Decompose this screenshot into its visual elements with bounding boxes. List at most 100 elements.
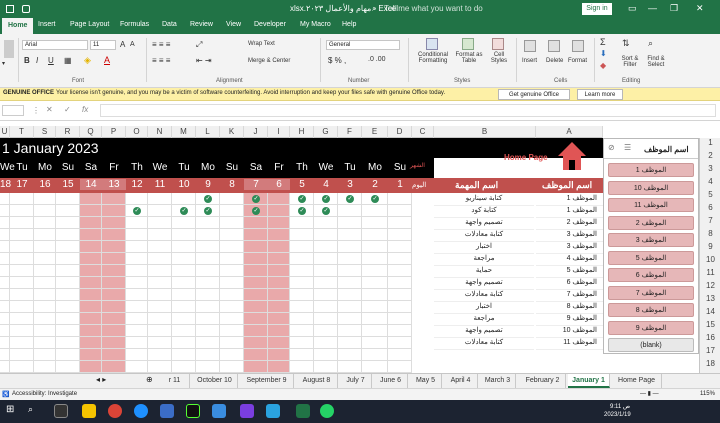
grid-cell[interactable]	[172, 349, 196, 361]
grid-cell[interactable]	[0, 301, 10, 313]
grid-cell[interactable]	[172, 217, 196, 229]
column-header[interactable]: B	[434, 126, 536, 138]
align-top-icon[interactable]: ≡ ≡ ≡	[152, 40, 170, 49]
task-cell[interactable]: كتابة معادلات	[434, 290, 534, 302]
autosum-icon[interactable]: Σ	[600, 37, 606, 47]
grid-cell[interactable]	[338, 349, 362, 361]
grid-cell[interactable]	[172, 241, 196, 253]
grid-cell[interactable]	[362, 229, 388, 241]
grid-cell[interactable]	[268, 301, 290, 313]
grid-cell[interactable]	[10, 313, 34, 325]
grid-cell[interactable]	[148, 313, 172, 325]
grow-font-icon[interactable]: A	[120, 40, 125, 49]
column-header[interactable]: M	[172, 126, 196, 138]
sheet-tab[interactable]: August 8	[296, 374, 338, 388]
underline-icon[interactable]: U	[48, 56, 54, 65]
grid-cell[interactable]	[362, 337, 388, 349]
slicer-item[interactable]: الموظف 9	[608, 320, 694, 335]
format-cells-button[interactable]: Format	[568, 58, 587, 64]
grid-cell[interactable]	[388, 361, 412, 373]
grid-cell[interactable]	[80, 217, 102, 229]
row-number[interactable]: 11	[700, 268, 720, 277]
column-header[interactable]: A	[536, 126, 603, 138]
row-number[interactable]: 17	[700, 346, 720, 355]
grid-cell[interactable]	[362, 205, 388, 217]
insert-function-icon[interactable]: fx	[82, 105, 88, 114]
grid-cell[interactable]	[362, 241, 388, 253]
decimal-icon[interactable]: .0 .00	[368, 56, 386, 63]
cell-styles-button[interactable]: Cell Styles	[486, 52, 512, 64]
grid-cell[interactable]	[80, 313, 102, 325]
grid-cell[interactable]	[126, 277, 148, 289]
column-header[interactable]: N	[148, 126, 172, 138]
grid-cell[interactable]	[290, 301, 314, 313]
grid-cell[interactable]	[80, 193, 102, 205]
column-header[interactable]: T	[10, 126, 34, 138]
grid-cell[interactable]	[220, 217, 244, 229]
grid-cell[interactable]	[338, 265, 362, 277]
grid-cell[interactable]	[126, 301, 148, 313]
telegram-icon[interactable]	[266, 404, 280, 418]
grid-cell[interactable]	[126, 217, 148, 229]
slicer-item[interactable]: الموظف 6	[608, 268, 694, 282]
grid-cell[interactable]	[172, 325, 196, 337]
grid-cell[interactable]	[126, 361, 148, 373]
grid-cell[interactable]	[0, 253, 10, 265]
grid-cell[interactable]	[196, 265, 220, 277]
column-header[interactable]: I	[268, 126, 290, 138]
sheet-tab[interactable]: September 9	[240, 374, 294, 388]
grid-cell[interactable]	[172, 301, 196, 313]
row-number[interactable]: 4	[700, 177, 720, 186]
task-cell[interactable]: كتابة معادلات	[434, 338, 534, 350]
grid-cell[interactable]	[126, 229, 148, 241]
grid-cell[interactable]	[172, 277, 196, 289]
grid-cell[interactable]	[268, 337, 290, 349]
search-taskbar-icon[interactable]: ⌕	[28, 404, 42, 418]
delete-cells-icon[interactable]	[548, 40, 560, 52]
sheet-tab[interactable]: January 1	[568, 374, 610, 388]
grid-cell[interactable]	[56, 229, 80, 241]
sheet-tab[interactable]: March 3	[480, 374, 516, 388]
grid-cell[interactable]	[244, 277, 268, 289]
tab-page-layout[interactable]: Page Layout	[70, 21, 109, 28]
grid-cell[interactable]	[10, 217, 34, 229]
grid-cell[interactable]	[126, 253, 148, 265]
grid-cell[interactable]	[388, 193, 412, 205]
slicer-item[interactable]: الموظف 7	[608, 285, 694, 300]
grid-cell[interactable]	[314, 349, 338, 361]
column-header[interactable]: K	[220, 126, 244, 138]
sheet-tab[interactable]: Home Page	[612, 374, 662, 388]
grid-cell[interactable]	[314, 301, 338, 313]
row-number[interactable]: 18	[700, 359, 720, 368]
grid-cell[interactable]	[102, 193, 126, 205]
employee-cell[interactable]: الموظف 1	[536, 206, 603, 218]
grid-cell[interactable]	[56, 253, 80, 265]
learn-more-button[interactable]: Learn more	[577, 89, 623, 100]
grid-cell[interactable]	[220, 325, 244, 337]
autosave-icon[interactable]	[6, 5, 14, 13]
conditional-formatting-button[interactable]: Conditional Formatting	[412, 52, 454, 64]
borders-icon[interactable]: ▦	[64, 56, 72, 65]
align-left-icon[interactable]: ≡ ≡ ≡	[152, 56, 170, 65]
grid-cell[interactable]	[220, 265, 244, 277]
grid-cell[interactable]	[314, 289, 338, 301]
grid-cell[interactable]	[290, 361, 314, 373]
grid-cell[interactable]	[102, 265, 126, 277]
grid-cell[interactable]	[0, 289, 10, 301]
conditional-formatting-icon[interactable]	[426, 38, 438, 50]
slicer-item[interactable]: الموظف 3	[608, 233, 694, 247]
find-select-button[interactable]: Find & Select	[642, 56, 670, 68]
fill-color-icon[interactable]: ◈	[84, 55, 91, 66]
app-icon-2[interactable]	[186, 404, 200, 418]
search-icon[interactable]: ⌕	[372, 4, 376, 14]
grid-cell[interactable]	[0, 241, 10, 253]
grid-cell[interactable]	[10, 325, 34, 337]
grid-cell[interactable]	[388, 349, 412, 361]
grid-cell[interactable]	[10, 241, 34, 253]
row-number[interactable]: 8	[700, 229, 720, 238]
column-header[interactable]: F	[338, 126, 362, 138]
home-page-link[interactable]: Home Page	[504, 153, 548, 162]
grid-cell[interactable]	[80, 229, 102, 241]
zoom-level[interactable]: 115%	[700, 391, 715, 397]
grid-cell[interactable]	[0, 325, 10, 337]
